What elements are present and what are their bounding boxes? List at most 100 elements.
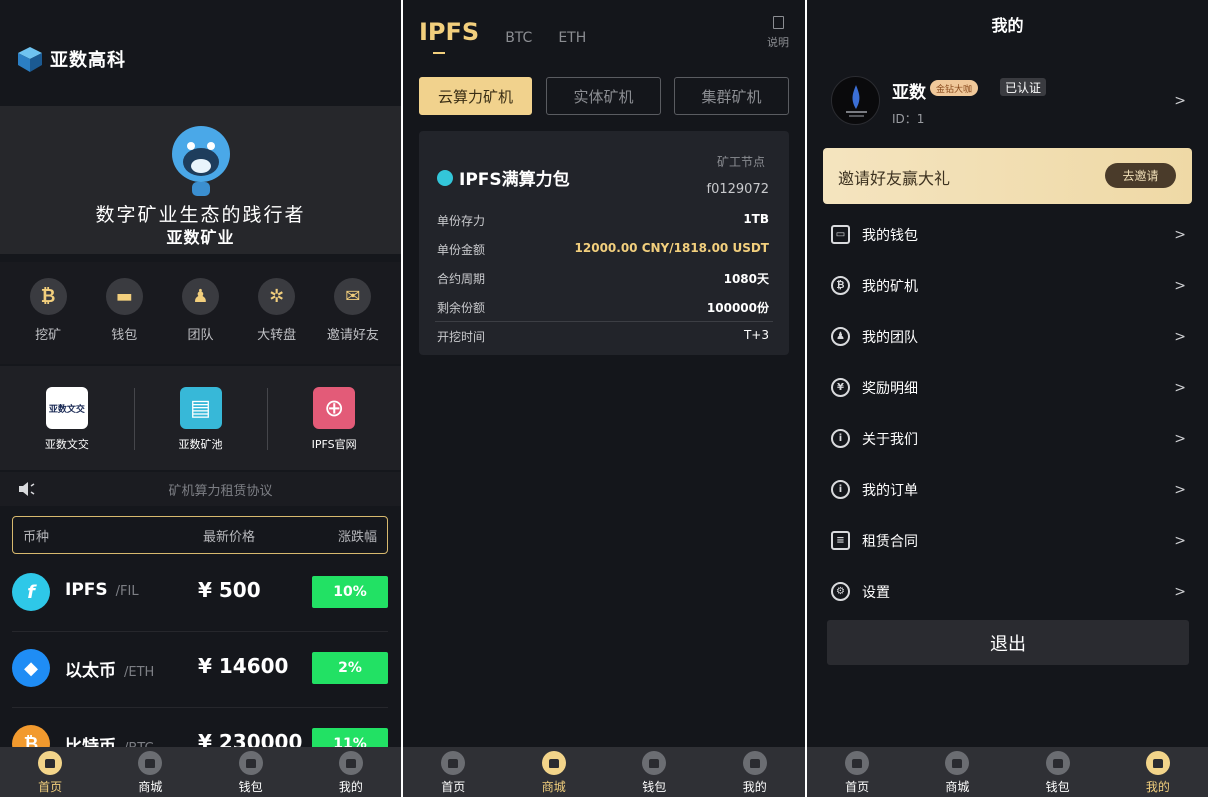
product-card[interactable]: IPFS满算力包 矿工节点 f0129072 单份存力 1TB 单份金额 120…: [419, 131, 789, 355]
link-ipfs-site[interactable]: ⊕ IPFS官网: [267, 366, 401, 470]
spec-value: T+3: [743, 328, 769, 342]
notice-bar[interactable]: 矿机算力租赁协议: [0, 472, 401, 506]
tab-shop[interactable]: 商城: [100, 747, 200, 797]
product-title: IPFS满算力包: [437, 165, 570, 190]
culture-exchange-logo-icon: 亚数文交: [45, 387, 88, 429]
bottom-tabbar: 首页 商城 钱包 我的: [0, 747, 401, 797]
invite-banner[interactable]: 邀请好友赢大礼 去邀请: [823, 148, 1192, 204]
document-icon: ▤: [179, 387, 222, 429]
menu-miners[interactable]: ₿ 我的矿机 >: [831, 260, 1186, 311]
yuan-icon: ¥: [831, 378, 850, 397]
quick-wallet[interactable]: ▬ 钱包: [89, 278, 159, 364]
menu-contract[interactable]: ≡ 租赁合同 >: [831, 515, 1186, 566]
segment-physical-miner[interactable]: 实体矿机: [546, 77, 661, 115]
gear-icon: ⚙: [831, 582, 850, 601]
tab-label: 我的: [338, 780, 363, 794]
link-mining-pool[interactable]: ▤ 亚数矿池: [133, 366, 268, 470]
hero-company: 亚数矿业: [166, 228, 235, 247]
tab-ipfs[interactable]: IPFS: [419, 18, 479, 54]
tab-home[interactable]: 首页: [403, 747, 504, 797]
tab-mine[interactable]: 我的: [1108, 747, 1208, 797]
profile-screen: 我的 亚数 金钻大咖 已认证 ID：1 > 邀请好友赢大礼 去邀请 ▭ 我的钱包…: [807, 0, 1208, 797]
market-header: 币种 最新价格 涨跌幅: [12, 516, 388, 554]
header-coin: 币种: [23, 529, 50, 545]
user-icon: [742, 751, 767, 775]
quick-wheel[interactable]: ✲ 大转盘: [242, 278, 312, 364]
menu-label: 我的订单: [862, 482, 918, 499]
quick-label: 团队: [187, 328, 214, 343]
menu-settings[interactable]: ⚙ 设置 >: [831, 566, 1186, 617]
chevron-right-icon[interactable]: >: [1174, 93, 1186, 109]
brand-logo: 亚数高科: [16, 45, 126, 73]
tab-shop[interactable]: 商城: [907, 747, 1007, 797]
chevron-right-icon: >: [1174, 379, 1186, 396]
tab-mine[interactable]: 我的: [705, 747, 806, 797]
tab-eth[interactable]: ETH: [558, 30, 586, 52]
bitcoin-icon: ₿: [831, 276, 850, 295]
bottom-tabbar: 首页 商城 钱包 我的: [807, 747, 1208, 797]
chevron-right-icon: >: [1174, 328, 1186, 345]
spec-key: 单份存力: [437, 214, 486, 228]
notice-text: 矿机算力租赁协议: [168, 484, 273, 499]
menu-about[interactable]: i 关于我们 >: [831, 413, 1186, 464]
market-row[interactable]: f IPFS/FIL ¥ 500 10%: [12, 556, 388, 632]
quick-mining[interactable]: ₿ 挖矿: [13, 278, 83, 364]
invite-button[interactable]: 去邀请: [1105, 163, 1176, 188]
filecoin-icon: f: [12, 573, 50, 611]
quick-label: 大转盘: [257, 328, 297, 343]
menu-label: 奖励明细: [862, 380, 918, 397]
segment-cloud-miner[interactable]: 云算力矿机: [419, 77, 532, 115]
tab-home[interactable]: 首页: [807, 747, 907, 797]
menu-label: 关于我们: [862, 431, 918, 448]
wallet-tab-icon: [642, 751, 667, 775]
menu-orders[interactable]: i 我的订单 >: [831, 464, 1186, 515]
quick-team[interactable]: ♟ 团队: [165, 278, 235, 364]
menu-rewards[interactable]: ¥ 奖励明细 >: [831, 362, 1186, 413]
market-row[interactable]: ◆ 以太币/ETH ¥ 14600 2%: [12, 632, 388, 708]
spec-row: 合约周期 1080天: [437, 263, 769, 291]
chevron-right-icon: >: [1174, 583, 1186, 600]
logout-button[interactable]: 退出: [827, 620, 1189, 665]
home-screen: 亚数高科 数字矿业生态的践行者 亚数矿业 ₿ 挖矿 ▬ 钱包 ♟ 团队 ✲ 大转…: [0, 0, 401, 797]
link-label: IPFS官网: [311, 438, 357, 451]
globe-icon: ⊕: [313, 387, 356, 429]
wheel-icon: ✲: [258, 278, 296, 315]
node-value: f0129072: [706, 182, 769, 197]
tab-btc[interactable]: BTC: [505, 30, 532, 52]
tab-label: 首页: [441, 780, 466, 794]
spec-row: 剩余份额 100000份: [437, 292, 769, 320]
shop-icon: [138, 751, 163, 775]
tab-home[interactable]: 首页: [0, 747, 100, 797]
tab-label: 商城: [541, 780, 566, 794]
menu-wallet[interactable]: ▭ 我的钱包 >: [831, 209, 1186, 260]
wallet-icon: ▬: [105, 278, 143, 315]
spec-value: 100000份: [706, 301, 769, 315]
coin-name: 以太币/ETH: [65, 661, 155, 681]
link-culture-exchange[interactable]: 亚数文交 亚数文交: [0, 366, 134, 470]
menu-label: 设置: [862, 584, 890, 601]
tab-shop[interactable]: 商城: [504, 747, 605, 797]
spec-key: 合约周期: [437, 272, 486, 286]
quick-actions: ₿ 挖矿 ▬ 钱包 ♟ 团队 ✲ 大转盘 ✉ 邀请好友: [0, 262, 401, 364]
menu-team[interactable]: ♟ 我的团队 >: [831, 311, 1186, 362]
home-icon: [38, 751, 63, 775]
tab-wallet[interactable]: 钱包: [1008, 747, 1108, 797]
tab-wallet[interactable]: 钱包: [604, 747, 705, 797]
spec-value: 1TB: [743, 212, 769, 226]
tab-wallet[interactable]: 钱包: [201, 747, 301, 797]
quick-invite[interactable]: ✉ 邀请好友: [318, 278, 388, 364]
explain-label: 说明: [767, 36, 789, 49]
bottom-tabbar: 首页 商城 钱包 我的: [403, 747, 805, 797]
coin-tabs: IPFS BTC ETH: [419, 18, 612, 54]
menu-label: 我的矿机: [862, 278, 918, 295]
menu-label: 我的钱包: [862, 227, 918, 244]
page-title: 我的: [991, 16, 1024, 35]
avatar[interactable]: [831, 76, 880, 125]
spec-row: 单份存力 1TB: [437, 205, 769, 233]
partner-links: 亚数文交 亚数文交 ▤ 亚数矿池 ⊕ IPFS官网: [0, 366, 401, 470]
tab-mine[interactable]: 我的: [301, 747, 401, 797]
explain-button[interactable]: 说明: [767, 16, 789, 50]
shop-icon: [541, 751, 566, 775]
coin-change: 10%: [312, 576, 388, 608]
segment-cluster-miner[interactable]: 集群矿机: [674, 77, 789, 115]
